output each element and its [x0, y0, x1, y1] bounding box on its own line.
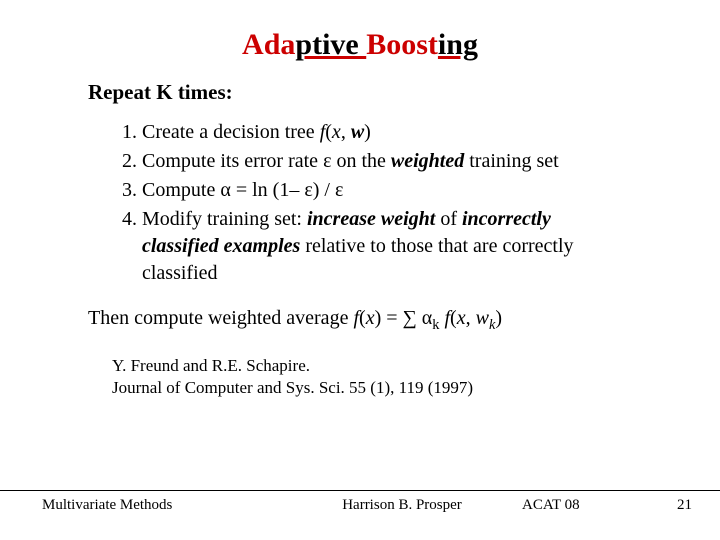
reference-line1: Y. Freund and R.E. Schapire. [112, 355, 632, 376]
step-3-eq: = ln (1– [231, 179, 305, 201]
step-4-pre: Modify training set: [142, 208, 307, 230]
step-1-po: ( [325, 121, 332, 143]
title-part3: Boost [366, 28, 438, 61]
footer-event: ACAT 08 [522, 497, 642, 514]
step-3-mid: ) / [313, 179, 335, 201]
footer-left: Multivariate Methods [0, 497, 282, 514]
footer-center: Harrison B. Prosper [282, 497, 522, 514]
repeat-heading: Repeat K times: [88, 80, 672, 105]
step-3-pre: Compute [142, 179, 220, 201]
slide-title: Adaptive Boosting [48, 28, 672, 62]
step-2-mid: on the [331, 150, 390, 172]
step-3-alpha: α [220, 179, 230, 201]
step-1-x: x [332, 121, 341, 143]
then-eq: = ∑ [381, 307, 422, 329]
step-3-eps2: ε [335, 179, 343, 201]
step-4-increase: increase weight [307, 208, 435, 230]
step-2-post: training set [464, 150, 558, 172]
then-line: Then compute weighted average f(x) = ∑ α… [88, 305, 632, 335]
step-2-weighted: weighted [391, 150, 464, 172]
then-pc2: ) [495, 307, 502, 329]
then-x2: x [457, 307, 466, 329]
then-alpha: α [422, 307, 432, 329]
footer-page-number: 21 [642, 497, 720, 514]
title-part1: Ada [242, 28, 295, 61]
then-x: x [366, 307, 375, 329]
footer: Multivariate Methods Harrison B. Prosper… [0, 490, 720, 514]
then-comma: , [466, 307, 476, 329]
step-1-comma: , [341, 121, 351, 143]
then-pre: Then compute weighted average [88, 307, 353, 329]
step-2-pre: Compute its error rate [142, 150, 323, 172]
then-po2: ( [450, 307, 457, 329]
step-4-of: of [435, 208, 462, 230]
step-3-eps1: ε [304, 179, 312, 201]
step-2: Compute its error rate ε on the weighted… [142, 148, 632, 175]
then-w: w [476, 307, 489, 329]
step-1: Create a decision tree f(x, w) [142, 119, 632, 146]
step-4: Modify training set: increase weight of … [142, 206, 632, 287]
step-3: Compute α = ln (1– ε) / ε [142, 177, 632, 204]
title-part2: ptive [295, 28, 366, 61]
step-1-w: w [351, 121, 364, 143]
step-1-text: Create a decision tree [142, 121, 320, 143]
reference-line2: Journal of Computer and Sys. Sci. 55 (1)… [112, 377, 632, 398]
steps-list: Create a decision tree f(x, w) Compute i… [88, 119, 632, 287]
step-1-pc: ) [364, 121, 371, 143]
then-po: ( [359, 307, 366, 329]
title-part4: ing [438, 28, 478, 61]
reference: Y. Freund and R.E. Schapire. Journal of … [112, 355, 632, 398]
